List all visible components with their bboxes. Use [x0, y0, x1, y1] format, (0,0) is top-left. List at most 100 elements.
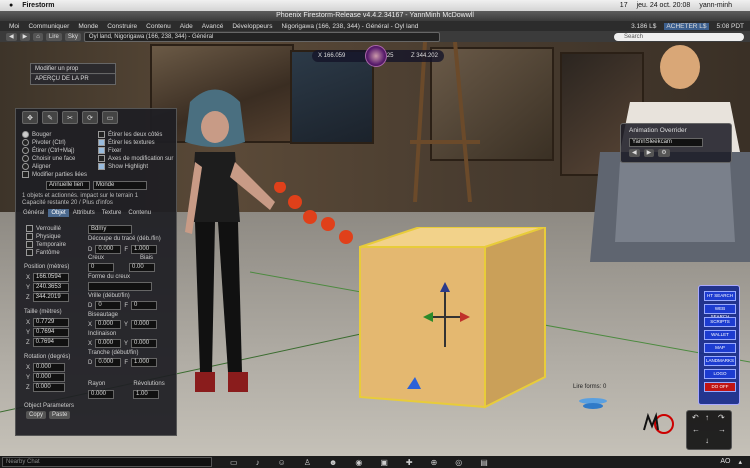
camera-icon[interactable]: ▣ — [380, 458, 388, 467]
skew-field[interactable]: 0.00 — [129, 263, 155, 272]
radio-rotate[interactable] — [22, 139, 29, 146]
walk-icon[interactable]: ♙ — [304, 458, 311, 467]
menu-aide[interactable]: Aide — [180, 23, 193, 30]
menu-communiquer[interactable]: Communiquer — [28, 23, 69, 30]
rot-x-field[interactable]: 0.000 — [33, 363, 66, 372]
taper-y[interactable]: 0.000 — [131, 320, 158, 329]
pos-z-field[interactable]: 344.2019 — [32, 293, 69, 302]
tab-general[interactable]: Général — [20, 209, 47, 217]
path-cut-end[interactable]: 1.000 — [131, 245, 158, 254]
turn-left-icon[interactable]: ↶ — [692, 413, 699, 422]
snapshot-icon[interactable]: ▤ — [480, 458, 488, 467]
slice-begin[interactable]: 0.000 — [95, 358, 122, 367]
slope-y[interactable]: 0.000 — [131, 339, 158, 348]
move-tool-icon[interactable]: ✥ — [22, 111, 38, 124]
create-tool-icon[interactable]: ▭ — [102, 111, 118, 124]
apple-icon[interactable]: ● — [9, 2, 13, 9]
check-phantom[interactable] — [26, 249, 33, 256]
edit-tool-icon[interactable]: ✎ — [42, 111, 58, 124]
size-z-field[interactable]: 0.7694 — [32, 338, 69, 347]
turn-right-icon[interactable]: ↷ — [718, 413, 725, 422]
map-icon[interactable]: ⊕ — [431, 458, 438, 467]
avatar[interactable] — [170, 82, 280, 412]
check-locked[interactable] — [26, 225, 33, 232]
check-modify-linked[interactable] — [22, 171, 29, 178]
chat-icon[interactable]: ▭ — [230, 458, 238, 467]
check-axes[interactable] — [98, 155, 105, 162]
tab-texture[interactable]: Texture — [99, 209, 125, 217]
speak-icon[interactable]: ♪ — [256, 458, 260, 467]
slope-x[interactable]: 0.000 — [95, 339, 122, 348]
menu-construire[interactable]: Construire — [107, 23, 137, 30]
location-field[interactable]: Oyl land, Nigorigawa (166, 238, 344) - G… — [83, 31, 440, 42]
path-cut-begin[interactable]: 0.000 — [95, 245, 122, 254]
radio-select-face[interactable] — [22, 155, 29, 162]
pos-y-field[interactable]: 240.3653 — [33, 283, 70, 292]
hud-btn-2[interactable]: WEB SEARCH — [704, 304, 736, 319]
read-button[interactable]: Lire — [45, 32, 62, 41]
radio-move[interactable] — [22, 131, 29, 138]
floater-preview[interactable]: APERÇU DE LA PR — [30, 73, 116, 85]
tab-object[interactable]: Objet — [48, 209, 69, 217]
ao-next-button[interactable]: ▶ — [643, 149, 655, 157]
selected-cube[interactable] — [355, 227, 555, 412]
hud-btn-6[interactable]: LANDMARKS — [704, 356, 736, 366]
search-field[interactable]: Search — [614, 32, 744, 41]
hud-btn-8[interactable]: DO OFF — [704, 382, 736, 392]
paste-button[interactable]: Paste — [49, 411, 71, 419]
gestures-icon[interactable]: ☺ — [278, 458, 286, 467]
ao-expand-icon[interactable]: ▴ — [738, 458, 742, 466]
search-icon[interactable]: ◎ — [455, 458, 462, 467]
taper-x[interactable]: 0.000 — [95, 320, 122, 329]
rotate-tool-icon[interactable]: ⟳ — [82, 111, 98, 124]
forward-icon[interactable]: ↑ — [705, 413, 709, 422]
user-name[interactable]: yann-minh — [699, 2, 732, 9]
hud-btn-3[interactable]: SCRIPTS — [704, 317, 736, 327]
tab-features[interactable]: Attributs — [70, 209, 98, 217]
menu-avance[interactable]: Avancé — [202, 23, 224, 30]
ao-prev-button[interactable]: ◀ — [629, 149, 640, 157]
size-y-field[interactable]: 0.7694 — [33, 328, 70, 337]
building-block-dropdown[interactable]: Bdmy — [88, 225, 132, 234]
hud-btn-1[interactable]: HT SEARCH — [704, 291, 736, 301]
slice-end[interactable]: 1.000 — [131, 358, 158, 367]
ruler-mode-dropdown[interactable]: Annuelle lien — [46, 181, 90, 190]
menu-moi[interactable]: Moi — [9, 23, 19, 30]
twist-end[interactable]: 0 — [131, 301, 158, 310]
revolutions-field[interactable]: 1.00 — [133, 390, 159, 399]
rot-z-field[interactable]: 0.000 — [32, 383, 65, 392]
look-icon[interactable]: ◉ — [355, 458, 362, 467]
radio-stretch[interactable] — [22, 147, 29, 154]
check-show-highlight[interactable] — [98, 163, 105, 170]
backward-icon[interactable]: ↓ — [705, 436, 709, 445]
home-button[interactable]: ⌂ — [33, 32, 43, 41]
radius-field[interactable]: 0.000 — [88, 390, 114, 399]
back-button[interactable]: ◀ — [6, 32, 17, 41]
sky-button[interactable]: Sky — [64, 32, 81, 41]
teleport-marker[interactable] — [578, 397, 608, 411]
hud-btn-7[interactable]: LOGO — [704, 369, 736, 379]
left-icon[interactable]: ← — [692, 425, 700, 434]
rot-y-field[interactable]: 0.000 — [33, 373, 66, 382]
ao-gear-icon[interactable]: ⚙ — [658, 149, 670, 157]
ruler-space-dropdown[interactable]: Monde — [93, 181, 147, 190]
radio-align[interactable] — [22, 163, 29, 170]
ao-toggle-button[interactable]: AO — [720, 458, 730, 466]
forward-button[interactable]: ▶ — [19, 32, 31, 41]
menu-contenu[interactable]: Contenu — [146, 23, 171, 30]
pos-x-field[interactable]: 166.0594 — [33, 273, 70, 282]
check-stretch-both[interactable] — [98, 131, 105, 138]
hud-btn-4[interactable]: WALLET — [704, 330, 736, 340]
people-icon[interactable]: ☻ — [329, 458, 337, 467]
check-stretch-textures[interactable] — [98, 139, 105, 146]
menu-developpeurs[interactable]: Développeurs — [232, 23, 272, 30]
hollow-shape-dropdown[interactable] — [88, 282, 152, 291]
check-temporary[interactable] — [26, 241, 33, 248]
size-x-field[interactable]: 0.7729 — [33, 318, 70, 327]
menu-monde[interactable]: Monde — [78, 23, 98, 30]
buy-currency-button[interactable]: ACHETER L$ — [664, 22, 709, 30]
orb-hud-icon[interactable] — [365, 45, 387, 67]
cut-tool-icon[interactable]: ✂ — [62, 111, 78, 124]
hollow-field[interactable]: 0 — [88, 263, 114, 272]
check-snap[interactable] — [98, 147, 105, 154]
